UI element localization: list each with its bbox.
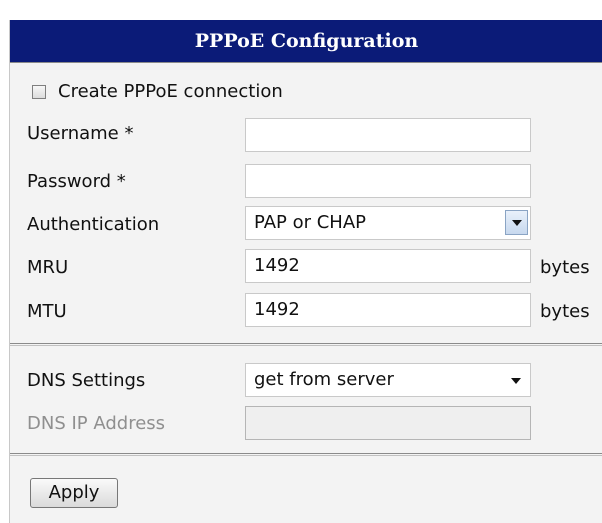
dns-settings-selected-value: get from server: [254, 369, 394, 390]
password-input[interactable]: [245, 164, 531, 198]
dns-ip-address-input: [245, 406, 531, 440]
section-divider-shadow: [10, 345, 602, 346]
chevron-down-icon: [511, 378, 521, 384]
create-connection-checkbox[interactable]: [32, 85, 46, 99]
apply-button[interactable]: Apply: [30, 478, 118, 508]
authentication-select[interactable]: PAP or CHAP: [245, 206, 531, 240]
authentication-label: Authentication: [27, 214, 160, 235]
dns-settings-select[interactable]: get from server: [245, 363, 531, 397]
footer-divider-shadow: [10, 455, 602, 456]
username-label: Username *: [27, 123, 134, 144]
password-label: Password *: [27, 171, 126, 192]
mtu-label: MTU: [27, 301, 67, 322]
dns-settings-label: DNS Settings: [27, 370, 146, 391]
username-input[interactable]: [245, 118, 531, 152]
header-divider: [10, 62, 602, 63]
mtu-unit: bytes: [540, 301, 590, 322]
footer-divider: [10, 453, 602, 454]
mru-label: MRU: [27, 257, 69, 278]
pppoe-config-panel: PPPoE Configuration Create PPPoE connect…: [9, 20, 602, 523]
mru-unit: bytes: [540, 257, 590, 278]
chevron-down-icon: [511, 219, 522, 226]
authentication-dropdown-button[interactable]: [505, 210, 528, 235]
panel-header: PPPoE Configuration: [10, 20, 602, 62]
mru-input[interactable]: 1492: [245, 249, 531, 283]
authentication-selected-value: PAP or CHAP: [254, 212, 366, 233]
dns-ip-address-label: DNS IP Address: [27, 413, 166, 434]
create-connection-label[interactable]: Create PPPoE connection: [58, 81, 283, 103]
section-divider: [10, 343, 602, 344]
mtu-input[interactable]: 1492: [245, 293, 531, 327]
